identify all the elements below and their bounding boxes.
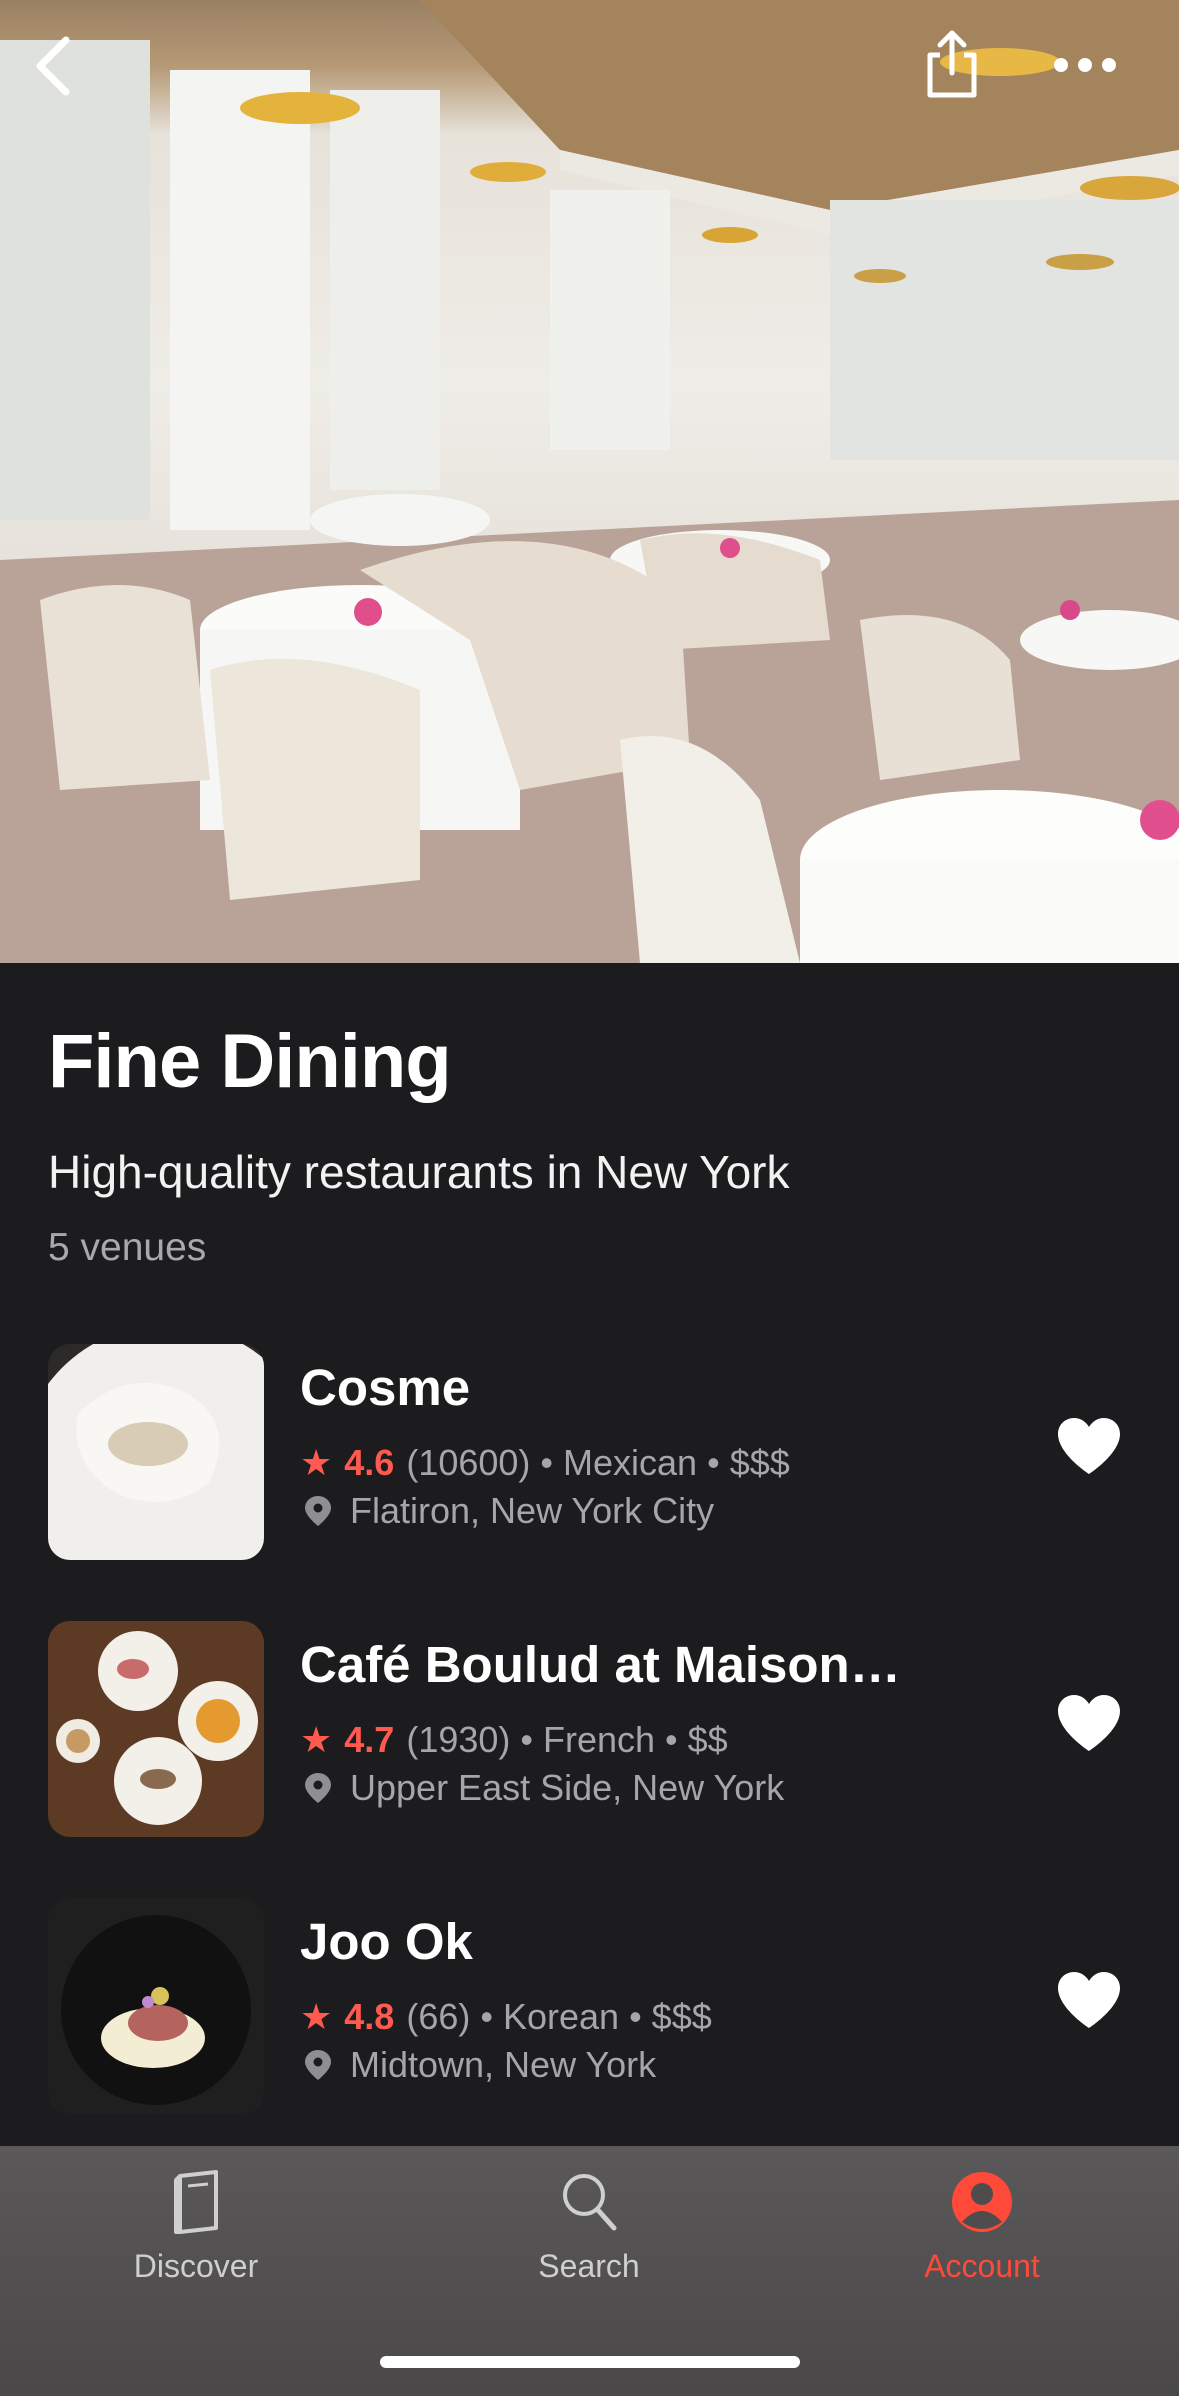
more-horizontal-icon: [1054, 58, 1116, 72]
venue-meta: ★ 4.6 (10600) • Mexican • $$$: [300, 1442, 790, 1484]
separator: •: [707, 1442, 720, 1483]
venue-meta: ★ 4.8 (66) • Korean • $$$: [300, 1996, 712, 2038]
venue-location: Midtown, New York: [350, 2044, 657, 2085]
venue-name: Joo Ok: [300, 1913, 473, 1970]
venue-cuisine: Mexican: [563, 1442, 698, 1483]
restaurant-interior-photo: [0, 0, 1179, 963]
separator: •: [629, 1996, 642, 2037]
back-button[interactable]: [22, 22, 86, 110]
venue-price: $$: [687, 1719, 728, 1760]
venue-rating: 4.6: [344, 1442, 395, 1483]
tab-search[interactable]: Search: [469, 2170, 709, 2320]
favorite-heart-icon[interactable]: [1056, 1970, 1122, 2030]
more-button[interactable]: [1040, 30, 1130, 100]
venue-cuisine: Korean: [502, 1996, 620, 2037]
page-title: Fine Dining: [48, 1019, 452, 1104]
location-pin-icon: [305, 2050, 331, 2080]
separator: •: [665, 1719, 678, 1760]
venue-rating: 4.7: [344, 1719, 395, 1760]
tab-label: Account: [924, 2248, 1040, 2284]
venue-rating: 4.8: [344, 1996, 395, 2037]
venue-price: $$$: [651, 1996, 712, 2037]
location-pin-icon: [305, 1773, 331, 1803]
search-icon: [563, 2174, 617, 2231]
venue-location-row: Upper East Side, New York: [300, 1767, 784, 1809]
user-circle-icon: [952, 2172, 1012, 2232]
venue-item-cafe-boulud[interactable]: Café Boulud at Maison… ★ 4.7 (1930) • Fr…: [0, 1621, 1179, 1837]
venue-cuisine: French: [543, 1719, 656, 1760]
venue-price: $$$: [729, 1442, 790, 1483]
venue-reviews: (1930): [406, 1719, 511, 1760]
book-icon: [174, 2170, 218, 2234]
venue-item-cosme[interactable]: Cosme ★ 4.6 (10600) • Mexican • $$$ Flat…: [0, 1344, 1179, 1560]
tab-label: Search: [538, 2248, 640, 2284]
favorite-heart-icon[interactable]: [1056, 1693, 1122, 1753]
venue-thumbnail: [48, 1344, 264, 1560]
location-pin-icon: [305, 1496, 331, 1526]
home-indicator: [380, 2356, 800, 2368]
venue-thumbnail: [48, 1621, 264, 1837]
chevron-left-icon: [36, 36, 70, 96]
venue-count: 5 venues: [48, 1226, 207, 1269]
star-icon: ★: [300, 1442, 333, 1483]
venue-name: Cosme: [300, 1359, 471, 1416]
tab-account[interactable]: Account: [862, 2170, 1102, 2320]
tab-label: Discover: [133, 2248, 259, 2284]
separator: •: [520, 1719, 533, 1760]
page-subtitle: High-quality restaurants in New York: [48, 1146, 790, 1198]
separator: •: [480, 1996, 493, 2037]
venue-thumbnail: [48, 1898, 264, 2114]
separator: •: [540, 1442, 554, 1483]
favorite-heart-icon[interactable]: [1056, 1416, 1122, 1476]
venue-location-row: Midtown, New York: [300, 2044, 656, 2086]
venue-reviews: (10600): [406, 1442, 531, 1483]
hero-image: [0, 0, 1179, 963]
venue-meta: ★ 4.7 (1930) • French • $$: [300, 1719, 728, 1761]
star-icon: ★: [300, 1996, 333, 2037]
venue-name: Café Boulud at Maison…: [300, 1636, 901, 1693]
venue-location: Flatiron, New York City: [350, 1490, 715, 1531]
venue-location-row: Flatiron, New York City: [300, 1490, 714, 1532]
tab-discover[interactable]: Discover: [76, 2170, 316, 2320]
venue-location: Upper East Side, New York: [350, 1767, 785, 1808]
share-button[interactable]: [912, 20, 992, 108]
venue-item-joo-ok[interactable]: Joo Ok ★ 4.8 (66) • Korean • $$$ Midtown…: [0, 1898, 1179, 2114]
star-icon: ★: [300, 1719, 333, 1760]
share-icon: [927, 30, 977, 98]
venue-reviews: (66): [406, 1996, 471, 2037]
